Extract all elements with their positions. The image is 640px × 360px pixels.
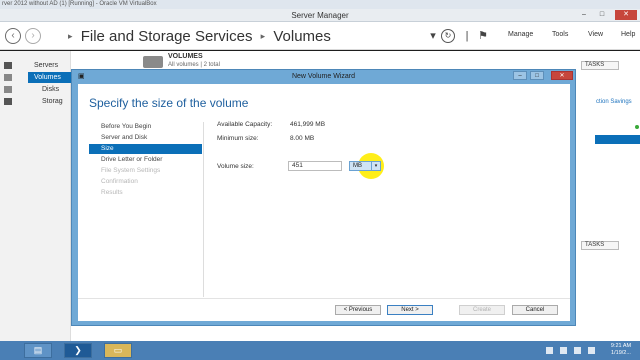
taskbar-powershell[interactable]: ❯ xyxy=(64,343,92,358)
folder-icon: ▭ xyxy=(113,345,123,355)
step-file-system-settings: File System Settings xyxy=(101,167,161,174)
menu-manage[interactable]: Manage xyxy=(508,31,533,38)
minimize-button[interactable]: – xyxy=(576,10,592,20)
available-capacity-value: 461,999 MB xyxy=(290,121,326,128)
chevron-down-icon[interactable]: ▾ xyxy=(371,162,380,170)
wizard-maximize-button[interactable]: □ xyxy=(530,71,544,80)
back-icon[interactable]: ‹ xyxy=(5,28,21,44)
step-before-you-begin[interactable]: Before You Begin xyxy=(89,122,202,132)
wizard-footer: < Previous Next > Create Cancel xyxy=(78,298,570,321)
step-server-and-disk[interactable]: Server and Disk xyxy=(89,133,202,143)
flag-tray-icon[interactable] xyxy=(588,347,595,354)
clock-time: 9:21 AM xyxy=(610,343,632,349)
wizard-steps: Before You Begin Server and Disk Size Dr… xyxy=(89,122,204,297)
volume-size-unit-select[interactable]: MB ▾ xyxy=(349,161,381,171)
server-icon xyxy=(4,62,12,69)
breadcrumb: ▸ File and Storage Services ▸ Volumes xyxy=(64,26,331,47)
breadcrumb-separator: ▸ xyxy=(68,31,73,41)
breadcrumb-separator: ▸ xyxy=(260,31,266,41)
minimum-size-value: 8.00 MB xyxy=(290,135,315,142)
server-manager-header: ‹ › ▸ File and Storage Services ▸ Volume… xyxy=(0,22,640,50)
wizard-heading: Specify the size of the volume xyxy=(89,96,249,110)
wizard-close-button[interactable]: ✕ xyxy=(551,71,573,80)
menu-help[interactable]: Help xyxy=(621,31,635,38)
sidebar-item-disks[interactable]: Disks xyxy=(42,86,59,93)
refresh-icon[interactable]: ↻ xyxy=(441,29,455,43)
minimum-size-label: Minimum size: xyxy=(217,135,259,142)
selected-row[interactable] xyxy=(595,135,640,144)
forward-icon[interactable]: › xyxy=(25,28,41,44)
server-manager-icon: ▤ xyxy=(33,345,43,355)
volume-icon[interactable] xyxy=(574,347,581,354)
previous-button[interactable]: < Previous xyxy=(335,305,381,315)
volumes-title: VOLUMES xyxy=(168,53,203,60)
window-title: Server Manager xyxy=(291,11,349,20)
taskbar-explorer[interactable]: ▭ xyxy=(104,343,132,358)
breadcrumb-item-volumes[interactable]: Volumes xyxy=(273,28,331,45)
step-drive-letter[interactable]: Drive Letter or Folder xyxy=(89,155,202,165)
storage-icon xyxy=(4,86,12,93)
next-button[interactable]: Next > xyxy=(387,305,433,315)
volume-size-label: Volume size: xyxy=(217,163,254,170)
status-icon xyxy=(635,125,639,129)
create-button: Create xyxy=(459,305,505,315)
tasks-dropdown-lower[interactable]: TASKS xyxy=(581,241,619,250)
wizard-title: New Volume Wizard xyxy=(291,73,356,80)
maximize-button[interactable]: □ xyxy=(594,10,610,20)
sidebar-item-volumes[interactable]: Volumes xyxy=(28,72,71,83)
storage-pool-icon xyxy=(4,98,12,105)
sidebar-item-storage[interactable]: Storag xyxy=(42,98,63,105)
deduplication-savings-link[interactable]: ction Savings xyxy=(596,99,632,105)
sidebar: Servers Volumes Disks Storag xyxy=(0,51,71,341)
tasks-dropdown[interactable]: TASKS xyxy=(581,61,619,70)
available-capacity-label: Available Capacity: xyxy=(217,121,273,128)
clock-date: 1/19/2... xyxy=(611,350,631,356)
cancel-button[interactable]: Cancel xyxy=(512,305,558,315)
sidebar-item-servers[interactable]: Servers xyxy=(34,62,58,69)
close-button[interactable]: ✕ xyxy=(615,10,637,20)
flag-icon[interactable]: ⚑ xyxy=(476,29,490,43)
unit-selected-value: MB xyxy=(353,163,362,169)
step-results: Results xyxy=(101,189,123,196)
volume-icon xyxy=(4,74,12,81)
network-icon[interactable] xyxy=(560,347,567,354)
step-confirmation: Confirmation xyxy=(101,178,138,185)
wizard-app-icon: ▣ xyxy=(78,73,85,80)
volume-size-input[interactable]: 451 xyxy=(288,161,342,171)
wizard-minimize-button[interactable]: – xyxy=(513,71,527,80)
dropdown-icon[interactable]: ▾ xyxy=(426,29,440,43)
taskbar-server-manager[interactable]: ▤ xyxy=(24,343,52,358)
vbox-window-title: rver 2012 without AD (1) [Running] - Ora… xyxy=(0,0,640,9)
new-volume-wizard: New Volume Wizard – □ ✕ ▣ Specify the si… xyxy=(71,69,576,326)
powershell-icon: ❯ xyxy=(74,345,82,355)
breadcrumb-item-file-storage[interactable]: File and Storage Services xyxy=(81,28,253,45)
menu-tools[interactable]: Tools xyxy=(552,31,568,38)
separator-icon: | xyxy=(465,30,469,42)
menu-view[interactable]: View xyxy=(588,31,603,38)
volumes-icon xyxy=(143,56,163,68)
taskbar-clock[interactable]: 9:21 AM 1/19/2... xyxy=(604,343,638,357)
server-manager-titlebar: Server Manager – □ ✕ xyxy=(0,9,640,22)
volumes-subtitle: All volumes | 2 total xyxy=(168,62,220,68)
tray-icon[interactable] xyxy=(546,347,553,354)
wizard-body: Specify the size of the volume Before Yo… xyxy=(78,84,570,321)
taskbar: ▤ ❯ ▭ 9:21 AM 1/19/2... xyxy=(0,341,640,360)
step-size[interactable]: Size xyxy=(89,144,202,154)
